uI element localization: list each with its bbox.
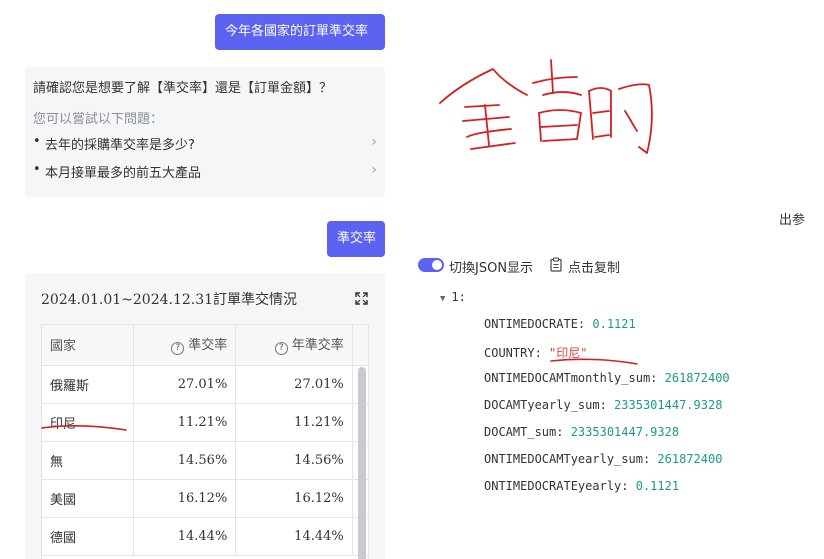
cell-yearly-rate: 14.56% [235,441,353,480]
bullet-icon: • [33,162,41,177]
help-icon: ? [171,342,185,356]
suggestion-label: 本月接單最多的前五大產品 [45,166,202,181]
cell-yearly-rate: 27.01% [235,365,353,404]
cell-rate: 27.01% [133,365,237,404]
copy-button[interactable]: 点击复制 [568,257,620,276]
json-entry: ONTIMEDOCAMTmonthly_sum: 261872400 [484,371,730,385]
header-spacer [352,325,368,366]
collapse-triangle-icon[interactable]: ▼ [440,294,445,304]
cell-yearly-rate: 14.44% [235,517,353,556]
cell-rate: 14.56% [133,441,237,480]
table-row: 印尼 11.21% 11.21% [42,403,368,442]
suggestion-label: 去年的採購準交率是多少? [45,138,195,153]
expand-icon[interactable] [355,292,368,305]
table-row: 俄羅斯 27.01% 27.01% [42,365,368,404]
table-title: 2024.01.01~2024.12.31訂單準交情況 [41,292,298,308]
help-icon: ? [274,342,288,356]
table-row: 無 14.56% 14.56% [42,441,368,480]
chevron-right-icon: › [371,162,377,178]
table-row: 美國 16.12% 16.12% [42,479,368,518]
bullet-icon: • [33,134,41,149]
column-header-rate[interactable]: ? 準交率 [133,325,237,366]
cell-rate: 11.21% [133,403,237,442]
user-message-2[interactable]: 準交率 [327,221,385,257]
json-entry: DOCAMTyearly_sum: 2335301447.9328 [484,398,723,412]
json-entry: ONTIMEDOCRATE: 0.1121 [484,317,636,331]
json-array-index[interactable]: ▼ 1: [440,290,466,304]
table-header-row: 國家 ? 準交率 ? 年準交率 [42,325,368,366]
cell-rate: 14.44% [133,517,237,556]
json-entry: COUNTRY: "印尼" [484,346,588,360]
table-scrollbar[interactable] [358,367,366,559]
cell-country: 德國 [42,517,134,556]
data-table: 國家 ? 準交率 ? 年準交率 俄羅斯 27.01% 27.01% 印尼 11.21… [41,324,369,559]
user-message-1[interactable]: 今年各國家的訂單準交率 [215,14,385,50]
bot-question: 請確認您是想要了解【準交率】還是【訂單金額】？ [33,81,333,96]
json-entry: ONTIMEDOCAMTyearly_sum: 261872400 [484,452,723,466]
table-row: 德國 14.44% 14.44% [42,517,368,556]
cell-yearly-rate: 11.21% [235,403,353,442]
cell-yearly-rate: 16.12% [235,479,353,518]
cell-country: 美國 [42,479,134,518]
column-header-country[interactable]: 國家 [42,325,134,366]
cell-country: 無 [42,441,134,480]
suggestion-item[interactable]: • 去年的採購準交率是多少? › [33,131,377,153]
json-toggle-switch[interactable] [418,258,444,272]
cell-country: 俄羅斯 [42,365,134,404]
clipboard-icon[interactable] [550,257,562,272]
handwritten-scribble [439,59,653,154]
json-toggle-label: 切換JSON显示 [449,261,534,276]
cell-country: 印尼 [42,403,134,442]
output-params-label: 出参 [779,213,806,228]
bot-hint: 您可以嘗試以下問題： [33,112,164,127]
result-table-card: 2024.01.01~2024.12.31訂單準交情況 國家 ? 準交率 ? 年準交… [25,273,385,559]
column-header-yearly-rate[interactable]: ? 年準交率 [235,325,353,366]
cell-rate: 16.12% [133,479,237,518]
bot-reply-card: 請確認您是想要了解【準交率】還是【訂單金額】？ 您可以嘗試以下問題： • 去年的… [25,67,385,197]
json-entry: ONTIMEDOCRATEyearly: 0.1121 [484,479,680,493]
json-entry: DOCAMT_sum: 2335301447.9328 [484,425,680,439]
suggestion-item[interactable]: • 本月接單最多的前五大產品 › [33,159,377,181]
chevron-right-icon: › [371,134,377,150]
